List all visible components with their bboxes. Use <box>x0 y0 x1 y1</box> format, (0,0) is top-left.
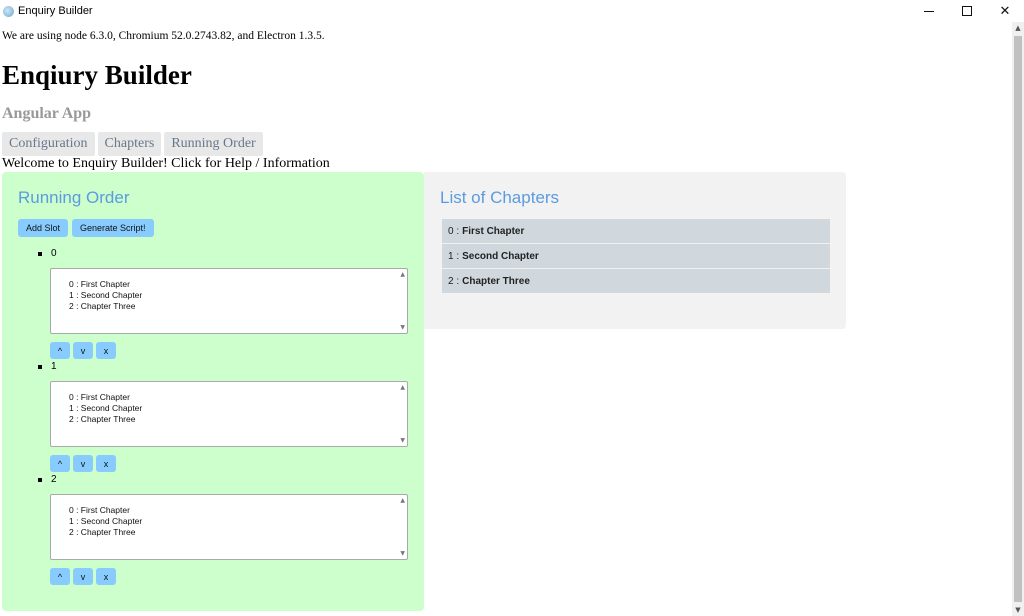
add-slot-button[interactable]: Add Slot <box>18 219 69 237</box>
app-icon <box>3 5 14 17</box>
bullet-icon <box>38 477 42 482</box>
running-order-title: Running Order <box>18 188 130 207</box>
move-up-button[interactable]: ^ <box>50 568 70 585</box>
list-option[interactable]: 0 : First Chapter <box>69 392 407 403</box>
scroll-down-icon[interactable]: ▼ <box>1012 604 1024 616</box>
maximize-button[interactable] <box>948 0 986 22</box>
window-title: Enquiry Builder <box>18 5 93 17</box>
move-up-button[interactable]: ^ <box>50 455 70 472</box>
vertical-scrollbar[interactable]: ▲ ▼ <box>1012 22 1024 616</box>
tab-chapters[interactable]: Chapters <box>97 132 162 156</box>
slot-label: 2 <box>38 474 57 485</box>
move-down-button[interactable]: v <box>73 455 93 472</box>
remove-slot-button[interactable]: x <box>96 568 116 585</box>
scroll-down-icon[interactable]: ▼ <box>400 324 405 331</box>
list-option[interactable]: 1 : Second Chapter <box>69 290 407 301</box>
tab-bar: Configuration Chapters Running Order <box>2 132 1010 156</box>
scroll-up-icon[interactable]: ▲ <box>400 271 405 278</box>
list-option[interactable]: 2 : Chapter Three <box>69 527 407 538</box>
scroll-up-icon[interactable]: ▲ <box>400 384 405 391</box>
generate-script-button[interactable]: Generate Script! <box>72 219 154 237</box>
page-title: Enqiury Builder <box>2 60 192 90</box>
slot-label: 0 <box>38 248 57 259</box>
chapter-select-list[interactable]: 0 : First Chapter 1 : Second Chapter 2 :… <box>50 268 408 334</box>
slot-label: 1 <box>38 361 57 372</box>
tab-configuration[interactable]: Configuration <box>2 132 95 156</box>
chapter-item[interactable]: 2 : Chapter Three <box>442 269 830 293</box>
page-content: We are using node 6.3.0, Chromium 52.0.2… <box>2 22 1010 611</box>
chapters-title: List of Chapters <box>440 188 560 207</box>
move-down-button[interactable]: v <box>73 342 93 359</box>
window-titlebar: Enquiry Builder ✕ <box>0 0 1024 22</box>
bullet-icon <box>38 251 42 256</box>
page-subtitle: Angular App <box>2 105 92 122</box>
chapter-select-list[interactable]: 0 : First Chapter 1 : Second Chapter 2 :… <box>50 494 408 560</box>
chapter-item[interactable]: 0 : First Chapter <box>442 219 830 243</box>
chapters-panel: List of Chapters 0 : First Chapter 1 : S… <box>424 172 846 329</box>
remove-slot-button[interactable]: x <box>96 342 116 359</box>
window-controls: ✕ <box>910 0 1024 22</box>
scroll-thumb[interactable] <box>1014 36 1022 602</box>
scroll-up-icon[interactable]: ▲ <box>1012 22 1024 34</box>
chapter-item[interactable]: 1 : Second Chapter <box>442 244 830 268</box>
close-button[interactable]: ✕ <box>986 0 1024 22</box>
move-up-button[interactable]: ^ <box>50 342 70 359</box>
remove-slot-button[interactable]: x <box>96 455 116 472</box>
chapter-select-list[interactable]: 0 : First Chapter 1 : Second Chapter 2 :… <box>50 381 408 447</box>
list-option[interactable]: 2 : Chapter Three <box>69 301 407 312</box>
scroll-down-icon[interactable]: ▼ <box>400 437 405 444</box>
list-option[interactable]: 1 : Second Chapter <box>69 516 407 527</box>
tab-running-order[interactable]: Running Order <box>164 132 263 156</box>
list-option[interactable]: 0 : First Chapter <box>69 279 407 290</box>
minimize-button[interactable] <box>910 0 948 22</box>
list-option[interactable]: 1 : Second Chapter <box>69 403 407 414</box>
scroll-down-icon[interactable]: ▼ <box>400 550 405 557</box>
move-down-button[interactable]: v <box>73 568 93 585</box>
list-option[interactable]: 0 : First Chapter <box>69 505 407 516</box>
list-option[interactable]: 2 : Chapter Three <box>69 414 407 425</box>
welcome-help-link[interactable]: Welcome to Enquiry Builder! Click for He… <box>2 156 1010 172</box>
bullet-icon <box>38 364 42 369</box>
scroll-up-icon[interactable]: ▲ <box>400 497 405 504</box>
running-order-panel: Running Order Add Slot Generate Script! … <box>2 172 424 611</box>
version-text: We are using node 6.3.0, Chromium 52.0.2… <box>2 30 325 42</box>
